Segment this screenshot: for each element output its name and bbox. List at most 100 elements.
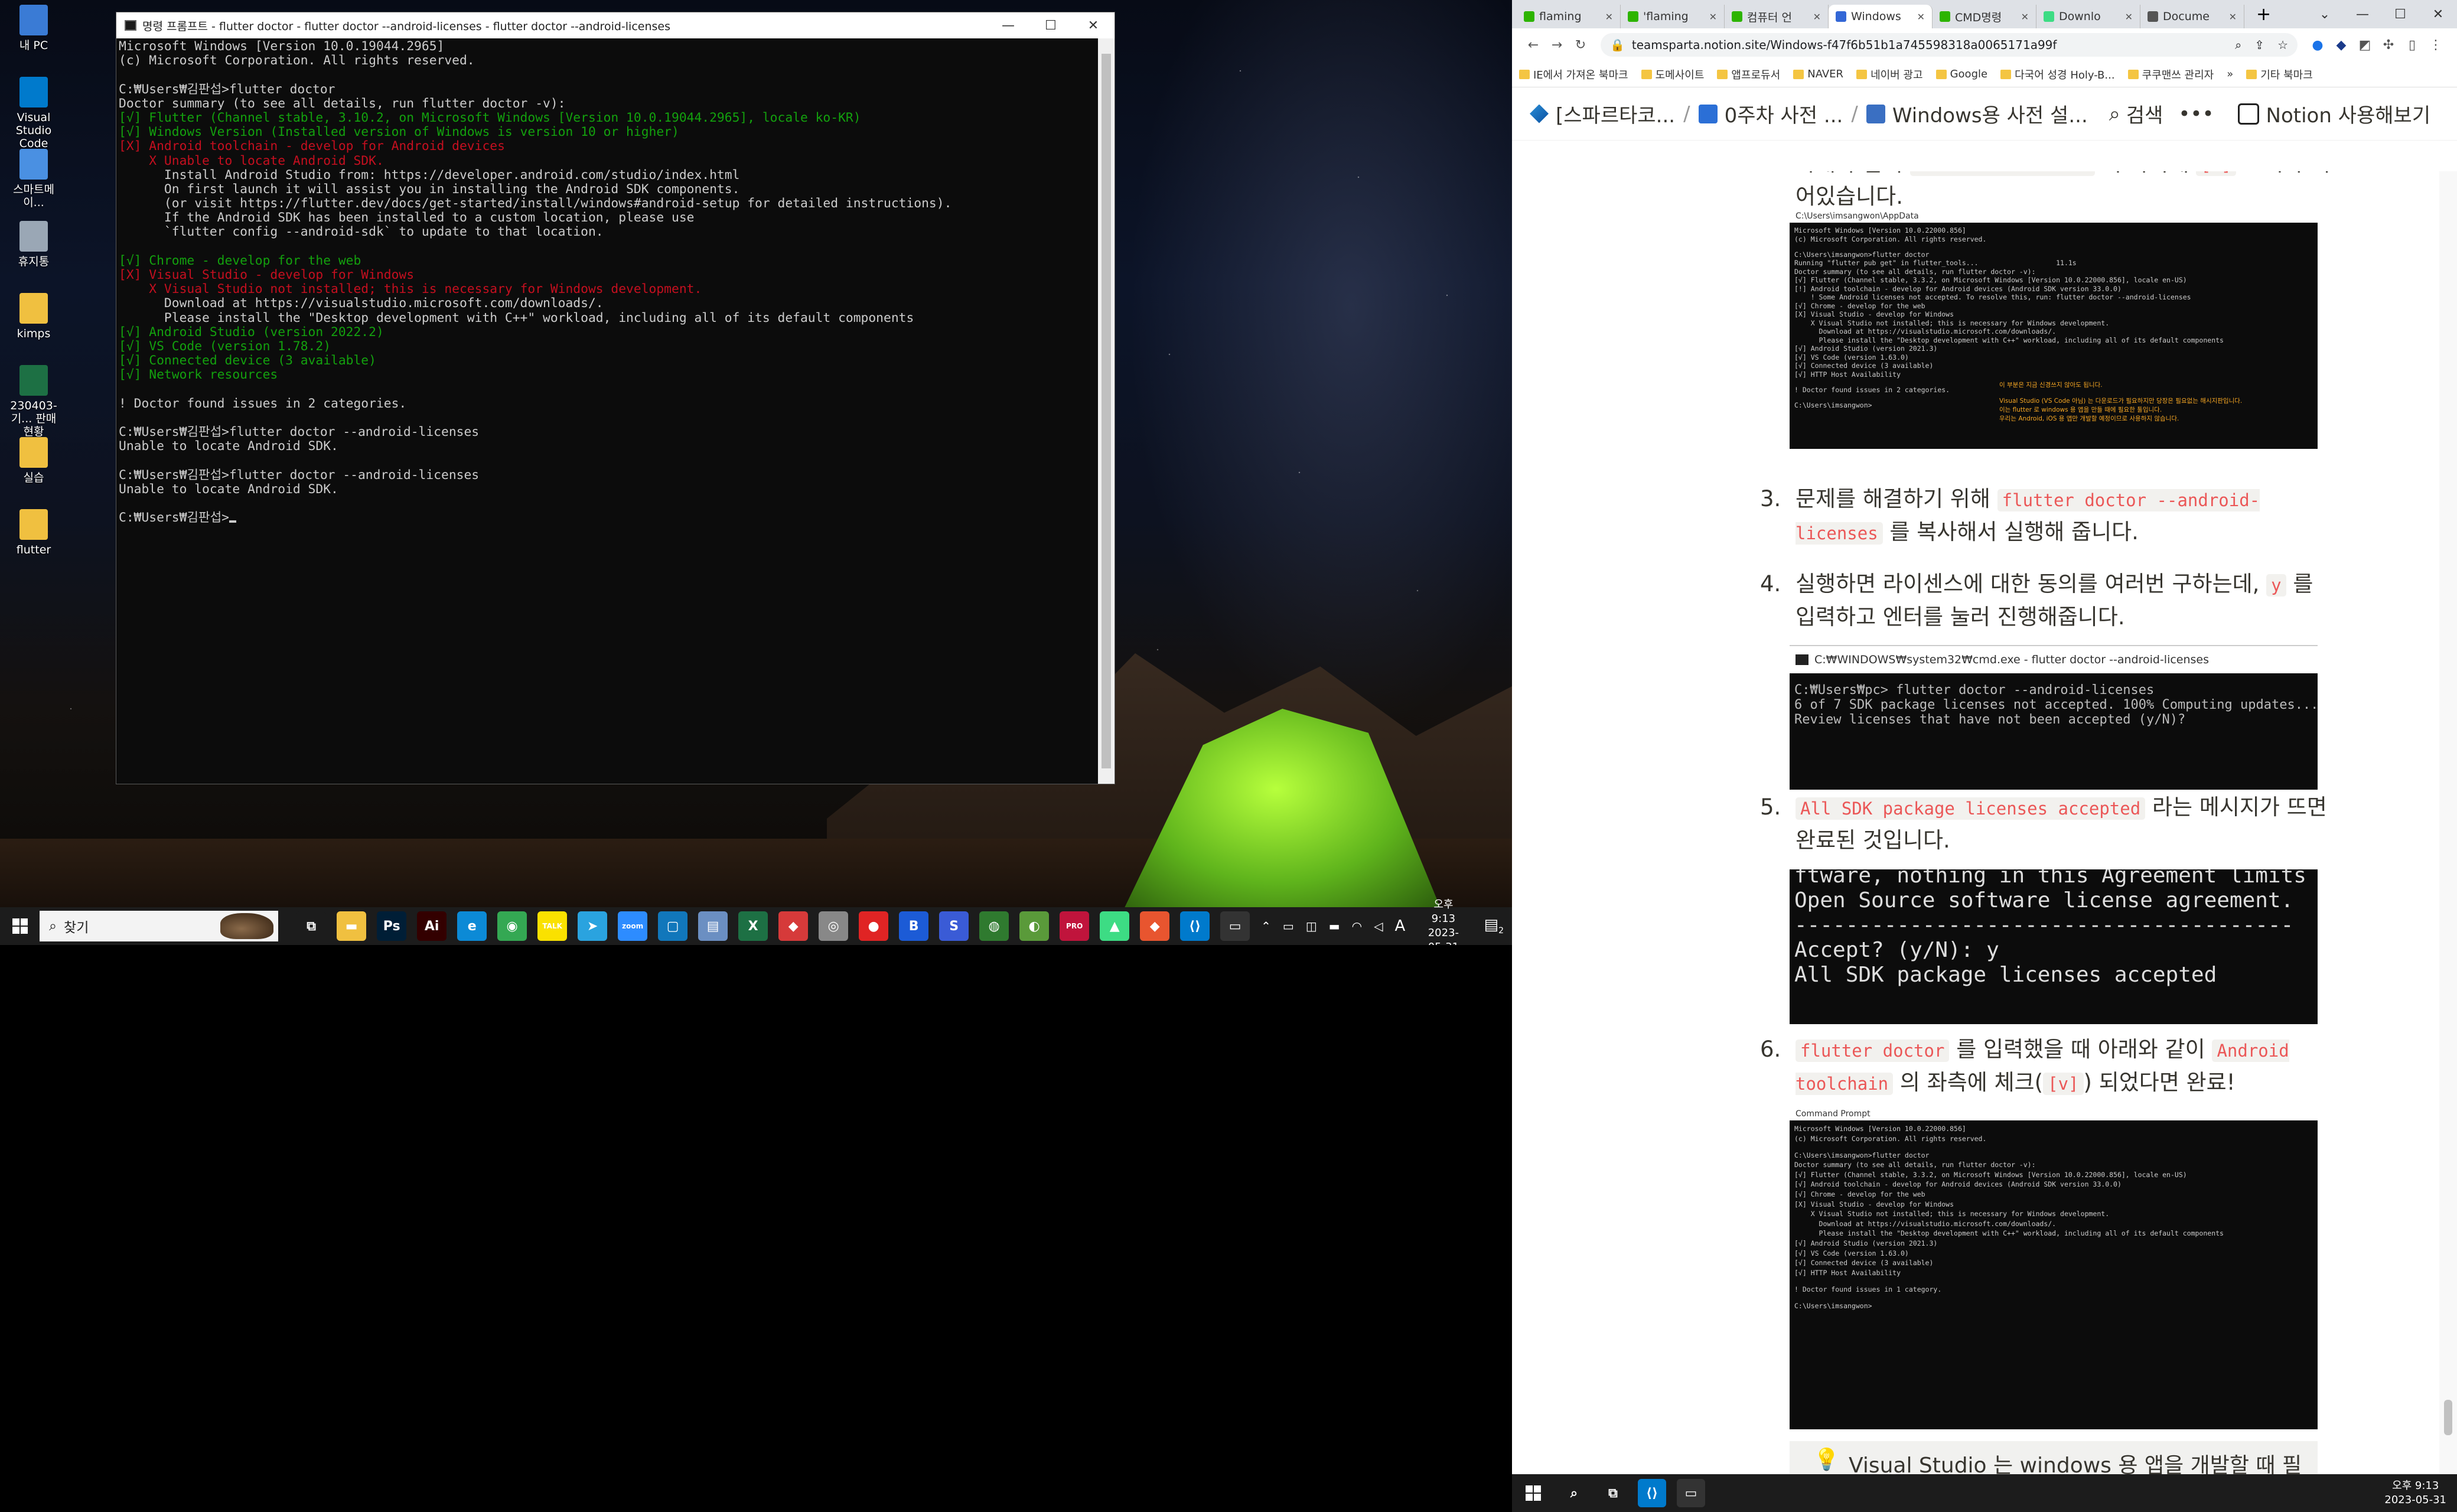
tab-close-icon[interactable]: ✕ xyxy=(1605,11,1613,22)
reload-icon[interactable]: ↻ xyxy=(1569,38,1592,53)
browser-tab[interactable]: CMD명령 ✕ xyxy=(1933,5,2036,28)
cmd-scroll-thumb[interactable] xyxy=(1102,54,1111,768)
browser-tab[interactable]: flaming ✕ xyxy=(1517,5,1621,28)
bookmark-item[interactable]: 네이버 광고 xyxy=(1856,67,1923,82)
task-view-icon[interactable]: ⧉ xyxy=(296,911,327,941)
extension-2-icon[interactable]: ◆ xyxy=(2329,38,2353,53)
more-icon[interactable]: ••• xyxy=(2178,102,2214,126)
vscode-icon[interactable]: ⟨⟩ xyxy=(1638,1479,1666,1507)
app-notes-icon[interactable]: ▤ xyxy=(698,911,728,941)
minimize-button[interactable]: — xyxy=(987,18,1029,33)
bookmark-item[interactable]: NAVER xyxy=(1793,68,1843,80)
desktop-icon[interactable]: 실습 xyxy=(8,437,59,484)
tray-chevron-icon[interactable]: ⌃ xyxy=(1261,919,1271,933)
browser-tab[interactable]: 'flaming ✕ xyxy=(1621,5,1725,28)
record-icon[interactable]: ● xyxy=(859,911,889,941)
browser-tab[interactable]: Docume ✕ xyxy=(2140,5,2244,28)
app-green-icon[interactable]: ◍ xyxy=(979,911,1009,941)
tab-close-icon[interactable]: ✕ xyxy=(2229,11,2237,22)
maximize-button[interactable]: ☐ xyxy=(2381,7,2419,22)
bookmark-star-icon[interactable]: ☆ xyxy=(2277,38,2288,52)
extension-icon[interactable]: ● xyxy=(2306,38,2329,53)
desktop-icon[interactable]: 스마트메이... xyxy=(8,149,59,209)
bookmark-item[interactable]: Google xyxy=(1935,68,1987,80)
desktop-icon[interactable]: Visual Studio Code xyxy=(8,77,59,150)
android-icon[interactable]: ▲ xyxy=(1100,911,1130,941)
forward-icon[interactable]: → xyxy=(1545,38,1569,53)
cmd-icon[interactable]: ▭ xyxy=(1220,911,1250,941)
clock[interactable]: 오후 9:13 2023-05-31 xyxy=(2384,1479,2446,1507)
ime-indicator[interactable]: A xyxy=(1394,917,1405,935)
breadcrumb-2[interactable]: 0주차 사전 ... xyxy=(1698,99,1843,128)
kakaotalk-icon[interactable]: TALK xyxy=(537,911,568,941)
chrome-icon[interactable]: ◉ xyxy=(497,911,527,941)
bookmark-item[interactable]: 기타 북마크 xyxy=(2246,67,2313,82)
try-notion-button[interactable]: Notion 사용해보기 xyxy=(2237,99,2430,128)
bookmark-item[interactable]: 앱프로듀서 xyxy=(1717,67,1780,82)
telegram-icon[interactable]: ➤ xyxy=(578,911,608,941)
new-tab-button[interactable]: + xyxy=(2256,4,2271,25)
sidepanel-icon[interactable]: ▯ xyxy=(2400,38,2424,53)
app-pro-icon[interactable]: PRO xyxy=(1060,911,1090,941)
desktop-icon[interactable]: 230403-기... 판매현황 xyxy=(8,365,59,438)
search-icon[interactable]: ⌕ xyxy=(1560,1479,1588,1507)
close-button[interactable]: ✕ xyxy=(1072,18,1115,33)
volume-icon[interactable]: ◁ xyxy=(1374,919,1383,933)
app-orange-icon[interactable]: ◆ xyxy=(1140,911,1170,941)
excel-icon[interactable]: X xyxy=(738,911,768,941)
bookmark-item[interactable]: 쿠쿠맨쓰 관리자 xyxy=(2127,67,2214,82)
desktop-icon[interactable]: 휴지통 xyxy=(8,221,59,268)
bookmark-item[interactable]: 다국어 성경 Holy-B... xyxy=(2000,67,2115,82)
app-camera-icon[interactable]: ◎ xyxy=(819,911,849,941)
tab-close-icon[interactable]: ✕ xyxy=(2021,11,2029,22)
page-scrollbar[interactable] xyxy=(2439,171,2457,1477)
illustrator-icon[interactable]: Ai xyxy=(417,911,447,941)
notion-search-button[interactable]: ⌕ 검색 xyxy=(2109,99,2163,128)
tab-search-icon[interactable]: ⌄ xyxy=(2306,7,2344,22)
bookmark-item[interactable]: 도메사이트 xyxy=(1641,67,1704,82)
menu-icon[interactable]: ⋮ xyxy=(2424,38,2448,53)
cmd-scrollbar[interactable] xyxy=(1098,38,1115,784)
cmd-output[interactable]: Microsoft Windows [Version 10.0.19044.29… xyxy=(116,38,1098,784)
cmd-titlebar[interactable]: 명령 프롬프트 - flutter doctor - flutter docto… xyxy=(116,12,1115,38)
desktop-icon[interactable]: flutter xyxy=(8,509,59,556)
battery-icon[interactable]: ▬ xyxy=(1329,919,1340,933)
minimize-button[interactable]: — xyxy=(2344,7,2381,22)
tab-close-icon[interactable]: ✕ xyxy=(1813,11,1821,22)
clock[interactable]: 오후 9:13 2023-05-31 xyxy=(1422,898,1465,945)
app-red-icon[interactable]: ◆ xyxy=(778,911,809,941)
close-button[interactable]: ✕ xyxy=(2419,7,2457,22)
start-button[interactable] xyxy=(1512,1474,1555,1512)
zoom-icon[interactable]: ⌕ xyxy=(2235,38,2241,52)
app-s-icon[interactable]: S xyxy=(939,911,969,941)
desktop-icon[interactable]: 내 PC xyxy=(8,5,59,52)
browser-tab[interactable]: Windows ✕ xyxy=(1829,5,1933,28)
tab-close-icon[interactable]: ✕ xyxy=(2125,11,2133,22)
app-b-icon[interactable]: B xyxy=(899,911,929,941)
photoshop-icon[interactable]: Ps xyxy=(377,911,407,941)
breadcrumb-3[interactable]: Windows용 사전 설... xyxy=(1866,99,2088,128)
page-scroll-thumb[interactable] xyxy=(2444,1400,2452,1435)
tray-device-icon[interactable]: ▭ xyxy=(1283,919,1294,933)
desktop-icon[interactable]: kimps xyxy=(8,293,59,340)
extensions-puzzle-icon[interactable]: ✣ xyxy=(2377,38,2400,53)
back-icon[interactable]: ← xyxy=(1521,38,1545,53)
cmd-window[interactable]: 명령 프롬프트 - flutter doctor - flutter docto… xyxy=(116,12,1115,784)
tray-camera-icon[interactable]: ◫ xyxy=(1306,919,1317,933)
tab-close-icon[interactable]: ✕ xyxy=(1709,11,1717,22)
taskbar-search[interactable]: ⌕ 찾기 xyxy=(40,911,279,941)
browser-tab[interactable]: 컴퓨터 언 ✕ xyxy=(1725,5,1829,28)
maximize-button[interactable]: ☐ xyxy=(1029,18,1072,33)
extension-3-icon[interactable]: ◩ xyxy=(2353,38,2377,53)
zoom-icon[interactable]: zoom xyxy=(618,911,648,941)
share-icon[interactable]: ⇪ xyxy=(2254,38,2264,52)
cmd-icon[interactable]: ▭ xyxy=(1677,1479,1705,1507)
network-icon[interactable]: ◠ xyxy=(1352,919,1362,933)
notion-content[interactable]: 아래와 같이 Android toolchain 의 좌측에 [!] 표시가 되… xyxy=(1512,171,2439,1477)
tab-close-icon[interactable]: ✕ xyxy=(1917,11,1925,22)
bookmark-item[interactable]: » xyxy=(2227,68,2233,80)
bookmark-item[interactable]: IE에서 가져온 북마크 xyxy=(1519,67,1628,82)
start-button[interactable] xyxy=(0,907,40,945)
breadcrumb-1[interactable]: [스파르타코... xyxy=(1530,99,1675,128)
app-blue-icon[interactable]: ▢ xyxy=(658,911,688,941)
